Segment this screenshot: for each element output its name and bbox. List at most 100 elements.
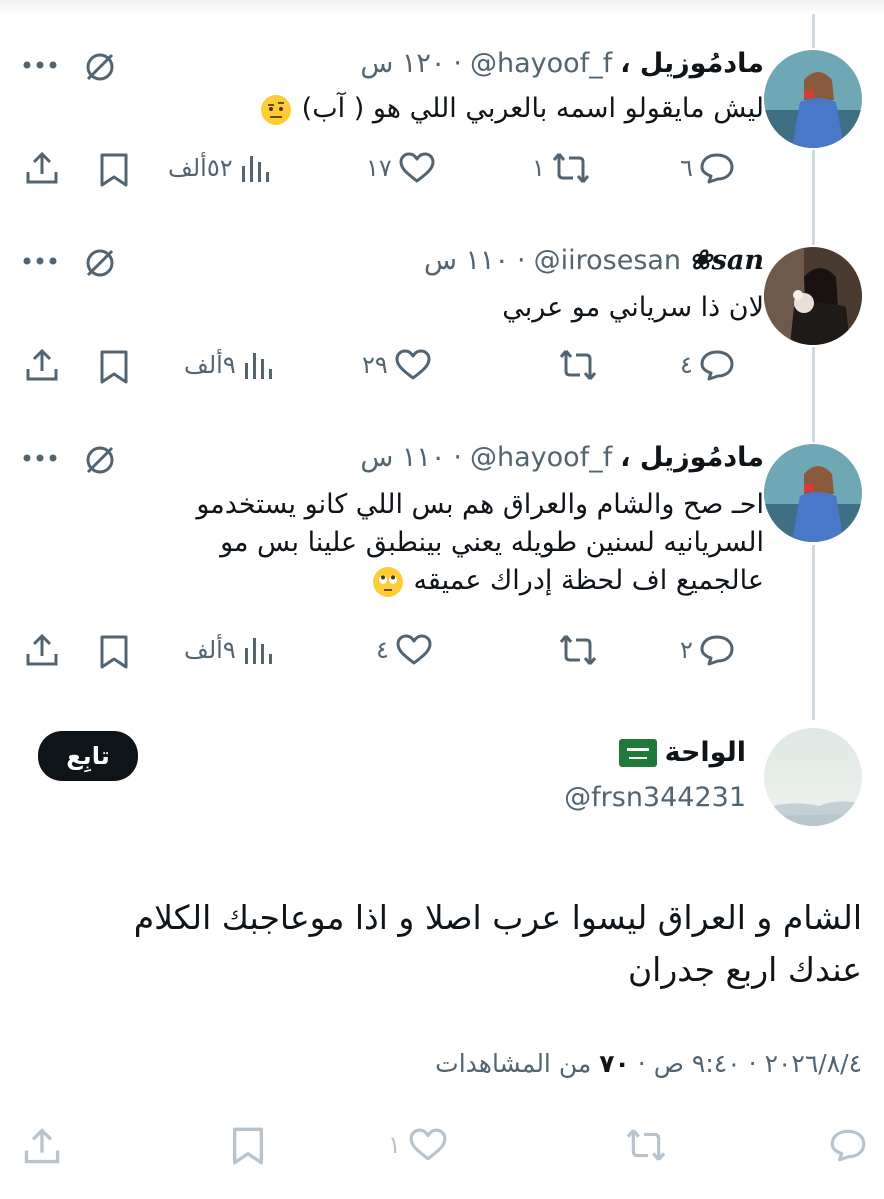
bookmark-icon bbox=[230, 1126, 266, 1166]
retweet-icon bbox=[558, 632, 598, 668]
reply-count: ٦ bbox=[680, 154, 693, 182]
retweet-icon bbox=[558, 347, 598, 383]
display-name[interactable]: san❀ bbox=[689, 245, 764, 276]
timestamp[interactable]: ١١٠ س bbox=[424, 245, 509, 276]
separator: · bbox=[453, 442, 463, 473]
tweet-time[interactable]: ٩:٤٠ ص bbox=[654, 1049, 741, 1078]
like-button[interactable]: ٤ bbox=[376, 632, 433, 668]
reply-icon bbox=[699, 632, 735, 668]
views-count: ٥٢ألف bbox=[168, 154, 233, 182]
grok-icon[interactable] bbox=[82, 49, 118, 85]
separator: · bbox=[453, 48, 463, 79]
retweet-button[interactable] bbox=[552, 632, 598, 668]
like-count: ١ bbox=[388, 1131, 401, 1159]
reply-count: ٢ bbox=[680, 636, 693, 664]
share-icon[interactable] bbox=[22, 1126, 62, 1166]
tweet-line-wrap: عالجميع اف لحظة إدراك عميقه bbox=[84, 562, 764, 600]
tweet-text: ليش مايقولو اسمه بالعربي اللي هو ( آب) bbox=[124, 90, 764, 128]
follow-button[interactable]: تابِع bbox=[38, 731, 138, 781]
reply-icon bbox=[699, 150, 735, 186]
bookmark-icon[interactable] bbox=[98, 349, 130, 385]
tweet-date[interactable]: ٢٠٢٦/٨/٤ bbox=[765, 1049, 862, 1078]
thread-line bbox=[812, 14, 815, 48]
reply-button[interactable]: ٦ bbox=[680, 150, 735, 186]
separator: · bbox=[517, 245, 526, 276]
saudi-flag-icon bbox=[618, 738, 657, 767]
views-count: ٧٠ bbox=[599, 1049, 630, 1078]
reply-button[interactable] bbox=[822, 1126, 868, 1164]
share-icon[interactable] bbox=[24, 150, 60, 186]
like-button[interactable]: ١ bbox=[388, 1126, 449, 1164]
tweet-line: عندك اربع جدران bbox=[627, 950, 862, 989]
tweet-line: السريانيه لسنين طويله يعني بينطبق علينا … bbox=[220, 527, 764, 558]
bookmark-icon[interactable] bbox=[98, 634, 130, 670]
tweet-text: لان ذا سرياني مو عربي bbox=[502, 292, 764, 323]
grok-icon[interactable] bbox=[82, 442, 118, 478]
reply-icon bbox=[828, 1126, 868, 1164]
more-icon[interactable] bbox=[22, 453, 58, 463]
display-name[interactable]: مادمُوزيل ، bbox=[620, 48, 764, 79]
avatar[interactable] bbox=[764, 444, 862, 542]
avatar[interactable] bbox=[764, 247, 862, 345]
author-name-row: الواحة bbox=[618, 737, 746, 768]
tweet-line: احـ صح والشام والعراق هم بس اللي كانو يس… bbox=[196, 489, 764, 520]
tweet-line: الشام و العراق ليسوا عرب اصلا و اذا موعا… bbox=[133, 898, 862, 937]
avatar[interactable] bbox=[764, 50, 862, 148]
more-icon[interactable] bbox=[22, 60, 58, 70]
reply-icon bbox=[699, 347, 735, 383]
separator: · bbox=[748, 1049, 757, 1078]
reply-button[interactable]: ٢ bbox=[680, 632, 735, 668]
face-with-raised-eyebrow-icon bbox=[261, 94, 292, 125]
share-icon[interactable] bbox=[24, 347, 60, 383]
like-button[interactable]: ٢٩ bbox=[362, 347, 432, 383]
separator: · bbox=[637, 1049, 646, 1078]
views-button[interactable]: ٥٢ألف bbox=[168, 150, 271, 186]
views-icon bbox=[242, 347, 274, 383]
share-icon[interactable] bbox=[24, 632, 60, 668]
timestamp[interactable]: ١٢٠ س bbox=[360, 48, 445, 79]
retweet-button[interactable] bbox=[552, 347, 598, 383]
retweet-icon bbox=[624, 1126, 668, 1164]
views-count: ٩ألف bbox=[184, 351, 236, 379]
views-button[interactable]: ٩ألف bbox=[184, 347, 274, 383]
like-icon bbox=[395, 632, 433, 668]
tweet-text-content: ليش مايقولو اسمه بالعربي اللي هو ( آب) bbox=[301, 93, 764, 124]
reply-button[interactable]: ٤ bbox=[680, 347, 735, 383]
like-button[interactable]: ١٧ bbox=[366, 150, 436, 186]
views-button[interactable]: ٩ألف bbox=[184, 632, 274, 668]
like-icon bbox=[398, 150, 436, 186]
bookmark-button[interactable] bbox=[224, 1126, 266, 1166]
retweet-button[interactable] bbox=[618, 1126, 668, 1164]
thread-line bbox=[812, 150, 815, 245]
username[interactable]: @iirosesan bbox=[534, 245, 681, 276]
views-count: ٩ألف bbox=[184, 636, 236, 664]
username[interactable]: @frsn344231 bbox=[564, 782, 746, 813]
bookmark-icon[interactable] bbox=[98, 152, 130, 188]
reply-header: san❀ @iirosesan · ١١٠ س bbox=[424, 245, 764, 276]
like-icon bbox=[407, 1126, 449, 1164]
tweet-text: احـ صح والشام والعراق هم بس اللي كانو يس… bbox=[84, 486, 764, 600]
tweet-line: عالجميع اف لحظة إدراك عميقه bbox=[413, 565, 764, 596]
like-count: ٤ bbox=[376, 636, 389, 664]
more-icon[interactable] bbox=[22, 256, 58, 266]
retweet-button[interactable]: ١ bbox=[532, 150, 591, 186]
main-tweet-text: الشام و العراق ليسوا عرب اصلا و اذا موعا… bbox=[22, 892, 862, 996]
display-name[interactable]: مادمُوزيل ، bbox=[620, 442, 764, 473]
face-with-rolling-eyes-icon bbox=[372, 566, 403, 597]
retweet-icon bbox=[551, 150, 591, 186]
timestamp[interactable]: ١١٠ س bbox=[360, 442, 445, 473]
display-name[interactable]: الواحة bbox=[665, 737, 746, 768]
username[interactable]: @hayoof_f bbox=[470, 442, 612, 473]
like-count: ٢٩ bbox=[362, 351, 388, 379]
avatar[interactable] bbox=[764, 728, 862, 826]
tweet-meta: ٢٠٢٦/٨/٤ · ٩:٤٠ ص · ٧٠ من المشاهدات bbox=[435, 1049, 862, 1078]
like-count: ١٧ bbox=[366, 154, 392, 182]
grok-icon[interactable] bbox=[82, 245, 118, 281]
username[interactable]: @hayoof_f bbox=[470, 48, 612, 79]
reply-header: مادمُوزيل ، @hayoof_f · ١١٠ س bbox=[360, 442, 764, 473]
reply-header: مادمُوزيل ، @hayoof_f · ١٢٠ س bbox=[360, 48, 764, 79]
views-label: من المشاهدات bbox=[435, 1049, 592, 1078]
reply-count: ٤ bbox=[680, 351, 693, 379]
thread-line bbox=[812, 347, 815, 442]
like-icon bbox=[394, 347, 432, 383]
